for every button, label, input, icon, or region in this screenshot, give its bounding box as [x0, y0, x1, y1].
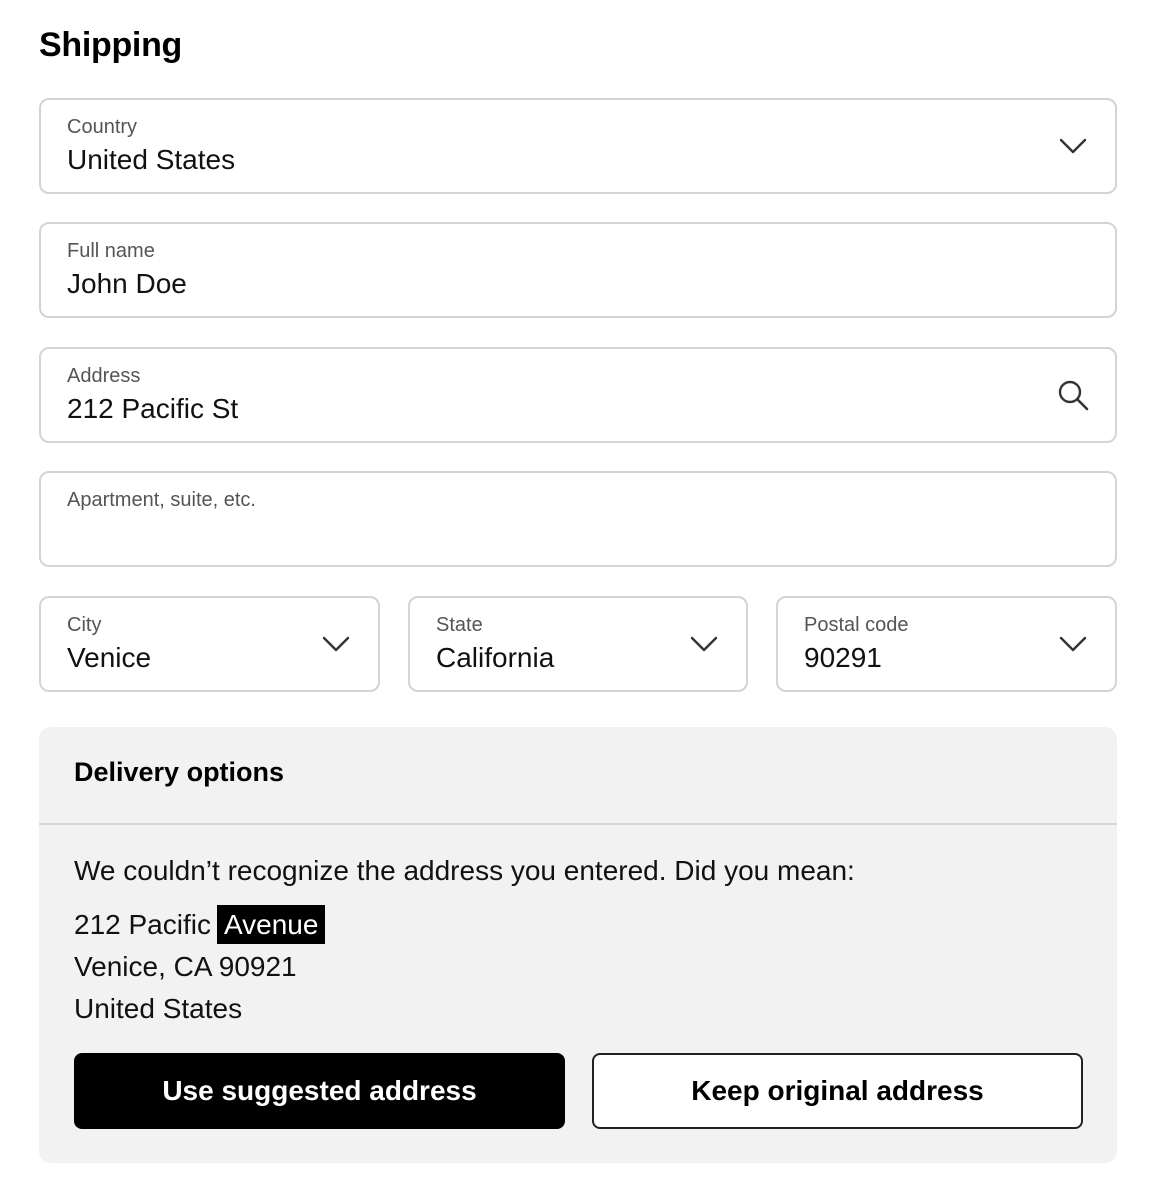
- delivery-options-panel: Delivery options We couldn’t recognize t…: [39, 727, 1117, 1163]
- chevron-down-icon[interactable]: [684, 624, 724, 664]
- apartment-field[interactable]: Apartment, suite, etc.: [39, 471, 1117, 567]
- full-name-value: John Doe: [67, 268, 187, 299]
- city-label: City: [67, 614, 102, 636]
- address-label: Address: [67, 365, 141, 387]
- suggested-address-line-2: Venice, CA 90921: [74, 951, 297, 982]
- chevron-down-icon[interactable]: [1053, 624, 1093, 664]
- full-name-label: Full name: [67, 240, 155, 262]
- delivery-options-header: Delivery options: [74, 757, 285, 787]
- country-label: Country: [67, 116, 138, 138]
- use-suggested-address-button[interactable]: Use suggested address: [74, 1053, 565, 1129]
- full-name-field[interactable]: Full name John Doe: [39, 222, 1117, 318]
- suggested-address-line-3: United States: [74, 993, 243, 1024]
- city-value: Venice: [67, 642, 152, 673]
- search-icon[interactable]: [1053, 375, 1093, 415]
- address-value: 212 Pacific St: [67, 393, 239, 424]
- postal-code-select[interactable]: Postal code 90291: [776, 596, 1117, 692]
- address-field[interactable]: Address 212 Pacific St: [39, 347, 1117, 443]
- apartment-label: Apartment, suite, etc.: [67, 489, 256, 511]
- keep-original-address-button[interactable]: Keep original address: [592, 1053, 1083, 1129]
- state-label: State: [436, 614, 483, 636]
- suggested-street-prefix: 212 Pacific: [74, 909, 211, 940]
- address-not-recognized-message: We couldn’t recognize the address you en…: [74, 855, 855, 886]
- divider: [39, 823, 1117, 825]
- suggested-address-line-1: 212 Pacific Avenue: [74, 905, 326, 944]
- page-title: Shipping: [39, 26, 183, 64]
- postal-code-value: 90291: [804, 642, 882, 673]
- country-value: United States: [67, 144, 236, 175]
- postal-code-label: Postal code: [804, 614, 909, 636]
- chevron-down-icon[interactable]: [316, 624, 356, 664]
- state-select[interactable]: State California: [408, 596, 748, 692]
- city-select[interactable]: City Venice: [39, 596, 380, 692]
- country-select[interactable]: Country United States: [39, 98, 1117, 194]
- state-value: California: [436, 642, 555, 673]
- suggested-street-highlight: Avenue: [216, 905, 326, 944]
- chevron-down-icon[interactable]: [1053, 126, 1093, 166]
